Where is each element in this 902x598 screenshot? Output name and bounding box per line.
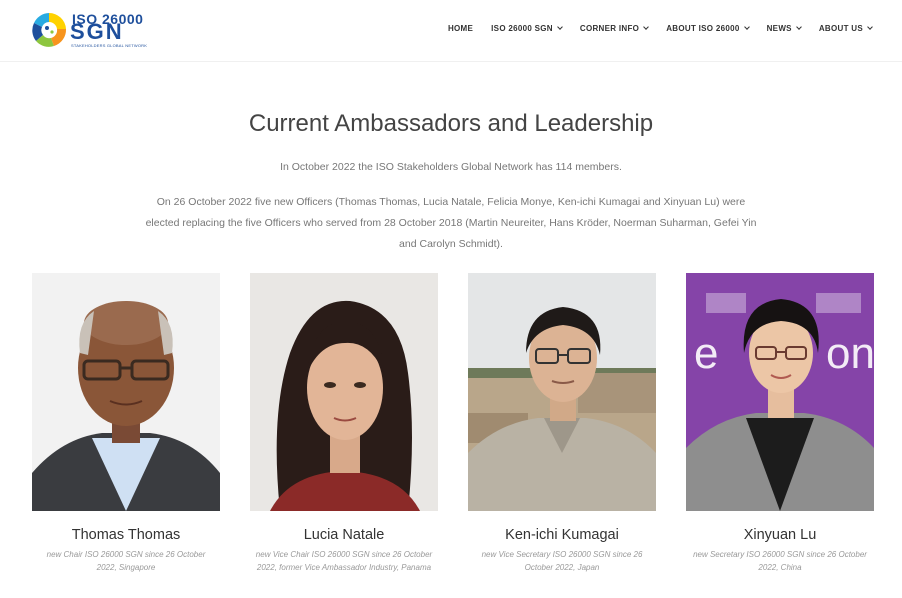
chevron-down-icon xyxy=(743,24,750,30)
person-role: new Chair ISO 26000 SGN since 26 October… xyxy=(46,550,206,572)
nav-label: CORNER INFO xyxy=(579,24,640,33)
page-title: Current Ambassadors and Leadership xyxy=(248,110,654,137)
nav-label: ABOUT ISO 26000 xyxy=(666,24,740,33)
person-role: new Vice Chair ISO 26000 SGN since 26 Oc… xyxy=(255,550,433,572)
person-role: new Vice Secretary ISO 26000 SGN since 2… xyxy=(481,550,643,572)
person-card: Ken-ichi Kumagai new Vice Secretary ISO … xyxy=(468,273,656,574)
nav-label: ISO 26000 SGN xyxy=(491,24,553,33)
person-photo xyxy=(250,273,438,511)
intro-text: In October 2022 the ISO Stakeholders Glo… xyxy=(280,161,622,173)
nav-home[interactable]: HOME xyxy=(448,24,473,33)
person-role: new Secretary ISO 26000 SGN since 26 Oct… xyxy=(693,550,867,572)
nav-label: HOME xyxy=(447,24,474,33)
officers-paragraph: On 26 October 2022 five new Officers (Th… xyxy=(145,196,757,250)
person-photo xyxy=(32,273,220,511)
nav-label: NEWS xyxy=(766,24,792,33)
globe-logo-icon xyxy=(32,12,67,47)
person-name: Thomas Thomas xyxy=(71,527,181,543)
nav-about-us[interactable]: ABOUT US xyxy=(818,24,873,33)
site-logo[interactable]: ISO 26000 SGN STAKEHOLDERS GLOBAL NETWOR… xyxy=(30,10,147,50)
chevron-down-icon xyxy=(867,24,873,30)
person-card: Thomas Thomas new Chair ISO 26000 SGN si… xyxy=(32,273,220,574)
person-card: Lucia Natale new Vice Chair ISO 26000 SG… xyxy=(250,273,438,574)
svg-text:e: e xyxy=(694,329,718,378)
site-header: ISO 26000 SGN STAKEHOLDERS GLOBAL NETWOR… xyxy=(0,0,902,62)
nav-about-iso-26000[interactable]: ABOUT ISO 26000 xyxy=(666,24,750,33)
person-photo: e on xyxy=(686,273,874,511)
logo-text-big: SGN xyxy=(70,19,124,44)
chevron-down-icon xyxy=(795,24,802,30)
person-photo xyxy=(468,273,656,511)
nav-news[interactable]: NEWS xyxy=(766,24,802,33)
nav-corner-info[interactable]: CORNER INFO xyxy=(579,24,650,33)
person-name: Ken-ichi Kumagai xyxy=(505,527,619,543)
person-name: Lucia Natale xyxy=(303,527,385,543)
person-name: Xinyuan Lu xyxy=(743,527,817,543)
logo-subtitle: STAKEHOLDERS GLOBAL NETWORK xyxy=(71,43,148,48)
chevron-down-icon xyxy=(557,24,563,30)
nav-iso-26000-sgn[interactable]: ISO 26000 SGN xyxy=(491,24,563,33)
svg-text:on: on xyxy=(826,329,874,378)
nav-label: ABOUT US xyxy=(818,24,863,33)
chevron-down-icon xyxy=(643,24,650,30)
main-nav: HOME ISO 26000 SGN CORNER INFO ABOUT ISO… xyxy=(448,24,873,33)
person-card: e on Xinyuan Lu new Secretary ISO 26000 … xyxy=(686,273,874,574)
